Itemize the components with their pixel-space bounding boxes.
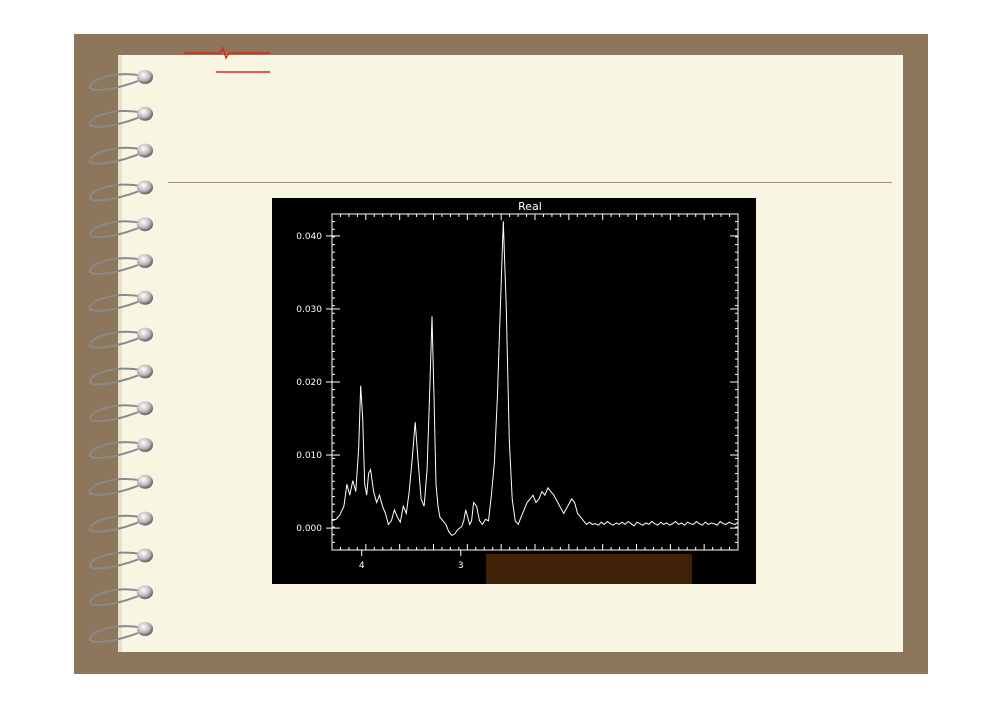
spiral-ring [137,143,153,158]
spiral-wire [89,625,143,643]
x-tick-label: 3 [458,561,464,571]
spiral-wire [89,330,143,349]
overlay-bar [486,554,692,584]
spiral-ring [137,511,153,526]
spiral-ring [137,180,153,195]
spectrum-series-line [331,221,739,537]
spectrum-chart-svg: Real 0.000 0.010 0.020 0.030 0.040 4 3 [296,200,739,571]
spiral-wire [89,183,143,202]
spiral-wire [89,293,143,312]
spiral-wire [89,404,143,423]
divider-rule [168,182,892,183]
spiral-wire [89,514,143,533]
spiral-ring [137,70,153,84]
spiral-ring [137,585,153,600]
spiral-ring [137,548,153,563]
spiral-ring [137,106,153,121]
y-tick-label: 0.020 [296,378,322,388]
spiral-wire [89,109,143,128]
spiral-ring [137,217,153,232]
spiral-ring [137,290,153,305]
y-tick-label: 0.030 [296,305,322,315]
spiral-wire [89,146,143,165]
spectrum-chart: Real 0.000 0.010 0.020 0.030 0.040 4 3 [272,198,756,584]
spiral-ring [137,327,153,342]
spiral-ring [137,401,153,416]
chart-title: Real [518,200,542,213]
spiral-ring [137,254,153,268]
y-tick-label: 0.010 [296,451,322,461]
spiral-wire [89,477,143,496]
spiral-ring [137,474,153,489]
x-tick-label: 4 [359,561,365,571]
spiral-ring [137,364,153,379]
y-tick-label: 0.040 [296,232,322,242]
spiral-wire [89,220,143,239]
spiral-wire [89,551,143,570]
spiral-ring [137,438,153,452]
ecg-pulse-logo-icon [184,46,270,73]
spiral-wire [89,73,143,91]
spiral-ring [137,622,153,636]
spiral-wire [89,367,143,386]
spiral-wire [89,588,143,607]
y-tick-label: 0.000 [296,524,322,534]
spiral-binding-icon [89,70,153,643]
spiral-wire [89,257,143,275]
spiral-wire [89,441,143,459]
